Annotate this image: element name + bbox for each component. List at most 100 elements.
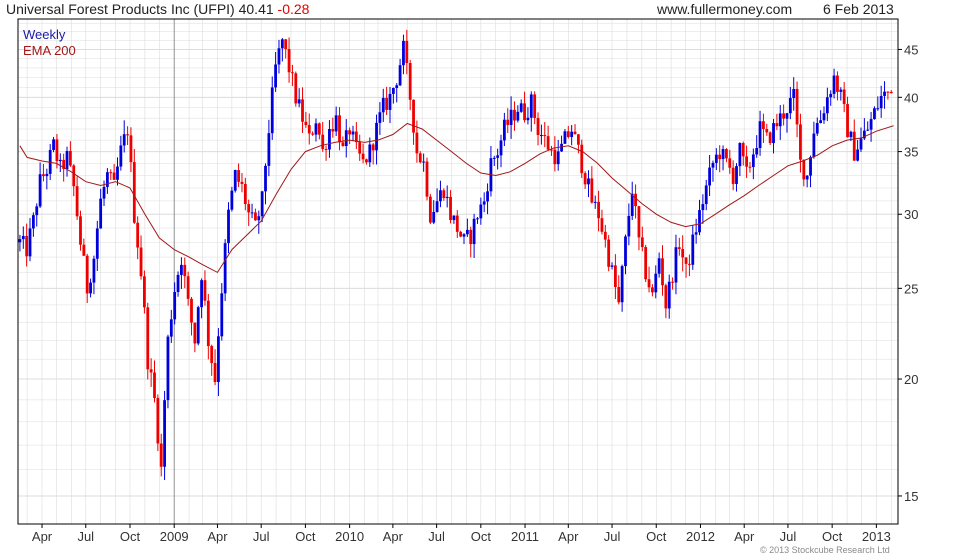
grid <box>18 19 898 525</box>
candle-body <box>570 131 574 138</box>
candle-body <box>38 174 42 207</box>
candle-body <box>402 40 405 66</box>
x-tick-label: Apr <box>558 529 579 544</box>
candle-body <box>526 117 530 121</box>
candle-body <box>704 185 708 205</box>
candle-body <box>519 103 523 112</box>
candle-body <box>812 133 816 158</box>
candle-body <box>85 255 89 294</box>
candle-body <box>105 172 109 187</box>
candle-body <box>136 222 140 248</box>
candle-body <box>741 143 745 157</box>
candle-body <box>254 212 257 221</box>
candle-body <box>122 134 126 146</box>
candle-body <box>324 149 328 151</box>
candle-body <box>18 239 22 243</box>
candle-body <box>264 165 267 192</box>
candle-body <box>465 229 469 235</box>
candle-body <box>331 129 335 132</box>
candle-body <box>129 135 133 163</box>
candle-body <box>311 133 315 135</box>
candle-body <box>846 104 849 138</box>
y-tick-label: 20 <box>904 372 918 387</box>
x-axis: Apr Jul Oct 2009 Apr Jul Oct 2010 Apr Jul Oct 2011 A… <box>32 524 891 544</box>
candle-body <box>415 132 419 154</box>
candle-body <box>132 162 136 223</box>
candle-body <box>634 193 637 207</box>
candle-body <box>391 88 395 94</box>
x-tick-label: Apr <box>32 529 53 544</box>
copyright-notice: © 2013 Stockcube Research Ltd <box>760 545 890 555</box>
candle-body <box>31 215 35 229</box>
candle-body <box>832 75 836 94</box>
candle-body <box>583 173 587 185</box>
candle-body <box>153 372 156 399</box>
candle-body <box>146 307 150 370</box>
y-tick-label: 25 <box>904 281 918 296</box>
candle-body <box>677 247 681 249</box>
candle-body <box>809 157 812 176</box>
candle-body <box>159 443 163 467</box>
candle-body <box>163 400 166 467</box>
candle-body <box>462 234 466 237</box>
candle-body <box>280 39 284 49</box>
candle-body <box>435 201 439 212</box>
x-tick-label: Jul <box>77 529 94 544</box>
candle-body <box>455 215 459 232</box>
candle-body <box>721 149 725 160</box>
candle-body <box>839 89 843 92</box>
candle-body <box>859 138 863 150</box>
candle-body <box>176 274 180 292</box>
candle-body <box>688 263 691 265</box>
candle-body <box>28 228 32 257</box>
candle-body <box>243 183 247 205</box>
candle-body <box>257 216 261 221</box>
x-tick-label: Jul <box>604 529 621 544</box>
x-tick-label: Jul <box>428 529 445 544</box>
candle-body <box>718 154 722 160</box>
candle-body <box>772 123 775 144</box>
candle-body <box>849 131 853 138</box>
candle-body <box>439 190 442 202</box>
candle-body <box>371 144 375 151</box>
candle-body <box>674 247 678 283</box>
candle-body <box>889 91 893 94</box>
y-tick-label: 40 <box>904 90 918 105</box>
candle-body <box>169 319 173 337</box>
candle-body <box>775 123 779 127</box>
candle-body <box>260 191 264 217</box>
candle-body <box>745 156 749 167</box>
candle-body <box>287 49 291 73</box>
candle-body <box>65 151 69 169</box>
plot-frame <box>17 18 899 525</box>
y-tick-label: 45 <box>904 42 918 57</box>
candle-body <box>822 113 826 121</box>
candle-body <box>735 166 738 184</box>
candle-body <box>200 280 203 308</box>
candle-body <box>496 155 500 158</box>
candle-body <box>792 88 796 99</box>
candle-body <box>284 39 288 50</box>
candle-body <box>597 201 600 219</box>
candle-body <box>149 369 153 373</box>
candle-body <box>220 293 224 337</box>
candle-body <box>227 209 230 244</box>
candle-body <box>381 97 385 113</box>
candle-body <box>738 143 742 167</box>
candle-body <box>432 211 436 223</box>
candle-body <box>180 264 183 275</box>
candle-body <box>856 149 860 161</box>
x-tick-label: 2012 <box>686 529 715 544</box>
x-tick-label: Oct <box>471 529 492 544</box>
candle-body <box>486 191 489 202</box>
candle-body <box>21 235 25 240</box>
candle-body <box>452 215 456 221</box>
candle-body <box>223 243 227 294</box>
candle-body <box>459 231 463 237</box>
x-tick-label: Oct <box>646 529 667 544</box>
candle-body <box>112 172 116 180</box>
candle-body <box>166 336 170 401</box>
candle-body <box>482 201 486 205</box>
candle-body <box>358 142 362 154</box>
candle-body <box>378 112 382 123</box>
